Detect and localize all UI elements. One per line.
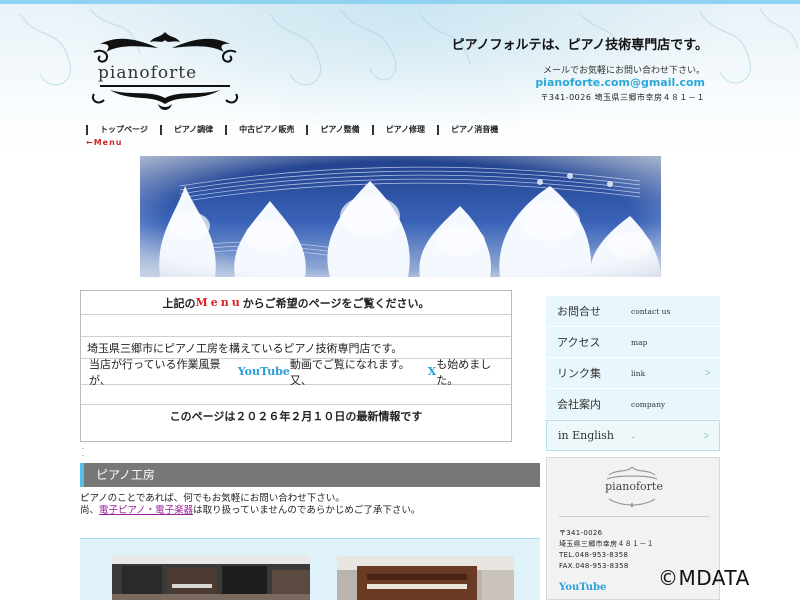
card-contact-info: 〒341-0026 埼玉県三郷市幸房４８１－１ TEL.048-953-8358… xyxy=(559,528,654,572)
nav-item-used-piano[interactable]: 中古ピアノ販売 xyxy=(225,125,306,135)
card-address: 埼玉県三郷市幸房４８１－１ xyxy=(559,540,654,548)
menu-hint-a: 上記の xyxy=(162,296,196,310)
workshop-photo-1 xyxy=(112,556,310,600)
x-link[interactable]: X xyxy=(428,365,437,378)
card-shop-name: pianoforte xyxy=(605,480,663,493)
sidebar-item-sublabel: company xyxy=(631,399,666,409)
sidebar-item-label: お問合せ xyxy=(557,305,601,318)
youtube-text-b: 動画でご覧になれます。又、 xyxy=(289,357,410,387)
sidebar-item-label: リンク集 xyxy=(557,367,601,380)
info-row-updated: このページは２０２６年２月１０日の最新情報です xyxy=(169,410,423,423)
card-divider xyxy=(559,516,709,517)
header-tagline: ピアノフォルテは、ピアノ技術専門店です。 xyxy=(451,38,708,53)
section-intro: ピアノのことであれば、何でもお気軽にお問い合わせ下さい。 尚、電子ピアノ・電子楽… xyxy=(80,493,540,517)
main-nav: トップページ ピアノ調律 中古ピアノ販売 ピアノ整備 ピアノ修理 ピアノ消音機 xyxy=(86,122,510,138)
sidebar-item-label: 会社案内 xyxy=(557,398,601,411)
sidebar-item-sublabel: link xyxy=(631,368,646,378)
sidebar-item-sublabel: map xyxy=(631,337,648,347)
intro-line-2-b: は取り扱っていませんのであらかじめご了承下さい。 xyxy=(193,505,421,516)
menu-hint-menu: Menu xyxy=(195,296,243,309)
dot-separator: · · xyxy=(82,446,84,460)
info-table: 上記の Menu からご希望のページをご覧ください。 埼玉県三郷市にピアノ工房を構え… xyxy=(80,290,512,442)
nav-item-maintenance[interactable]: ピアノ整備 xyxy=(306,125,371,135)
sidebar-item-company[interactable]: 会社案内 company xyxy=(546,389,720,420)
digital-piano-link[interactable]: 電子ピアノ・電子楽器 xyxy=(99,505,193,516)
section-heading-piano-workshop: ピアノ工房 xyxy=(80,463,540,487)
info-row-menu-hint: 上記の Menu からご希望のページをご覧ください。 xyxy=(81,291,511,315)
header-address: 〒341-0026 埼玉県三郷市幸房４８１－１ xyxy=(540,93,705,102)
info-row-empty-2 xyxy=(81,385,511,405)
sidebar-item-label: in English xyxy=(558,429,615,442)
info-row-empty xyxy=(81,315,511,337)
sidebar-item-english[interactable]: in English . > xyxy=(546,420,720,451)
card-postal: 〒341-0026 xyxy=(559,529,603,537)
card-youtube-link[interactable]: YouTube xyxy=(559,582,606,593)
contact-email-link[interactable]: pianoforte.com@gmail.com xyxy=(535,76,705,89)
menu-hint-b: からご希望のページをご覧ください。 xyxy=(242,296,430,310)
winter-trees-banner-image xyxy=(140,156,661,277)
contact-note: メールでお気軽にお問い合わせ下さい。 xyxy=(542,66,705,76)
card-tel: TEL.048-953-8358 xyxy=(559,551,629,559)
youtube-link[interactable]: YouTube xyxy=(238,365,290,378)
intro-line-2-a: 尚、 xyxy=(80,505,100,516)
sidebar-item-access[interactable]: アクセス map xyxy=(546,327,720,358)
nav-item-top[interactable]: トップページ xyxy=(86,125,160,135)
menu-arrow-note: ←Menu xyxy=(86,138,123,147)
copyright-watermark: ©MDATA xyxy=(658,566,750,590)
sidebar-item-links[interactable]: リンク集 link > xyxy=(546,358,720,389)
info-row-youtube: 当店が行っている作業風景が、 YouTube 動画でご覧になれます。又、 X も始めまし… xyxy=(81,357,511,387)
sidebar-nav: お問合せ contact us アクセス map リンク集 link > 会社案… xyxy=(546,296,720,451)
workshop-photo-2 xyxy=(337,556,514,600)
sidebar-item-sublabel: . xyxy=(632,431,635,440)
youtube-text-a: 当店が行っている作業風景が、 xyxy=(89,357,221,387)
sidebar-item-label: アクセス xyxy=(557,336,601,349)
sidebar-item-contact[interactable]: お問合せ contact us xyxy=(546,296,720,327)
intro-line-2: 尚、電子ピアノ・電子楽器は取り扱っていませんのであらかじめご了承下さい。 xyxy=(80,505,540,517)
logo-text: pianoforte xyxy=(98,63,198,83)
card-fax: FAX.048-953-8358 xyxy=(559,562,629,570)
intro-line-1: ピアノのことであれば、何でもお気軽にお問い合わせ下さい。 xyxy=(80,493,345,504)
sidebar-item-sublabel: contact us xyxy=(631,306,671,316)
nav-item-silencer[interactable]: ピアノ消音機 xyxy=(436,125,510,135)
nav-item-tuning[interactable]: ピアノ調律 xyxy=(159,125,225,135)
chevron-right-icon: > xyxy=(704,366,711,379)
youtube-text-c: も始めました。 xyxy=(436,357,492,387)
chevron-right-icon: > xyxy=(703,429,710,442)
nav-item-repair[interactable]: ピアノ修理 xyxy=(371,125,437,135)
